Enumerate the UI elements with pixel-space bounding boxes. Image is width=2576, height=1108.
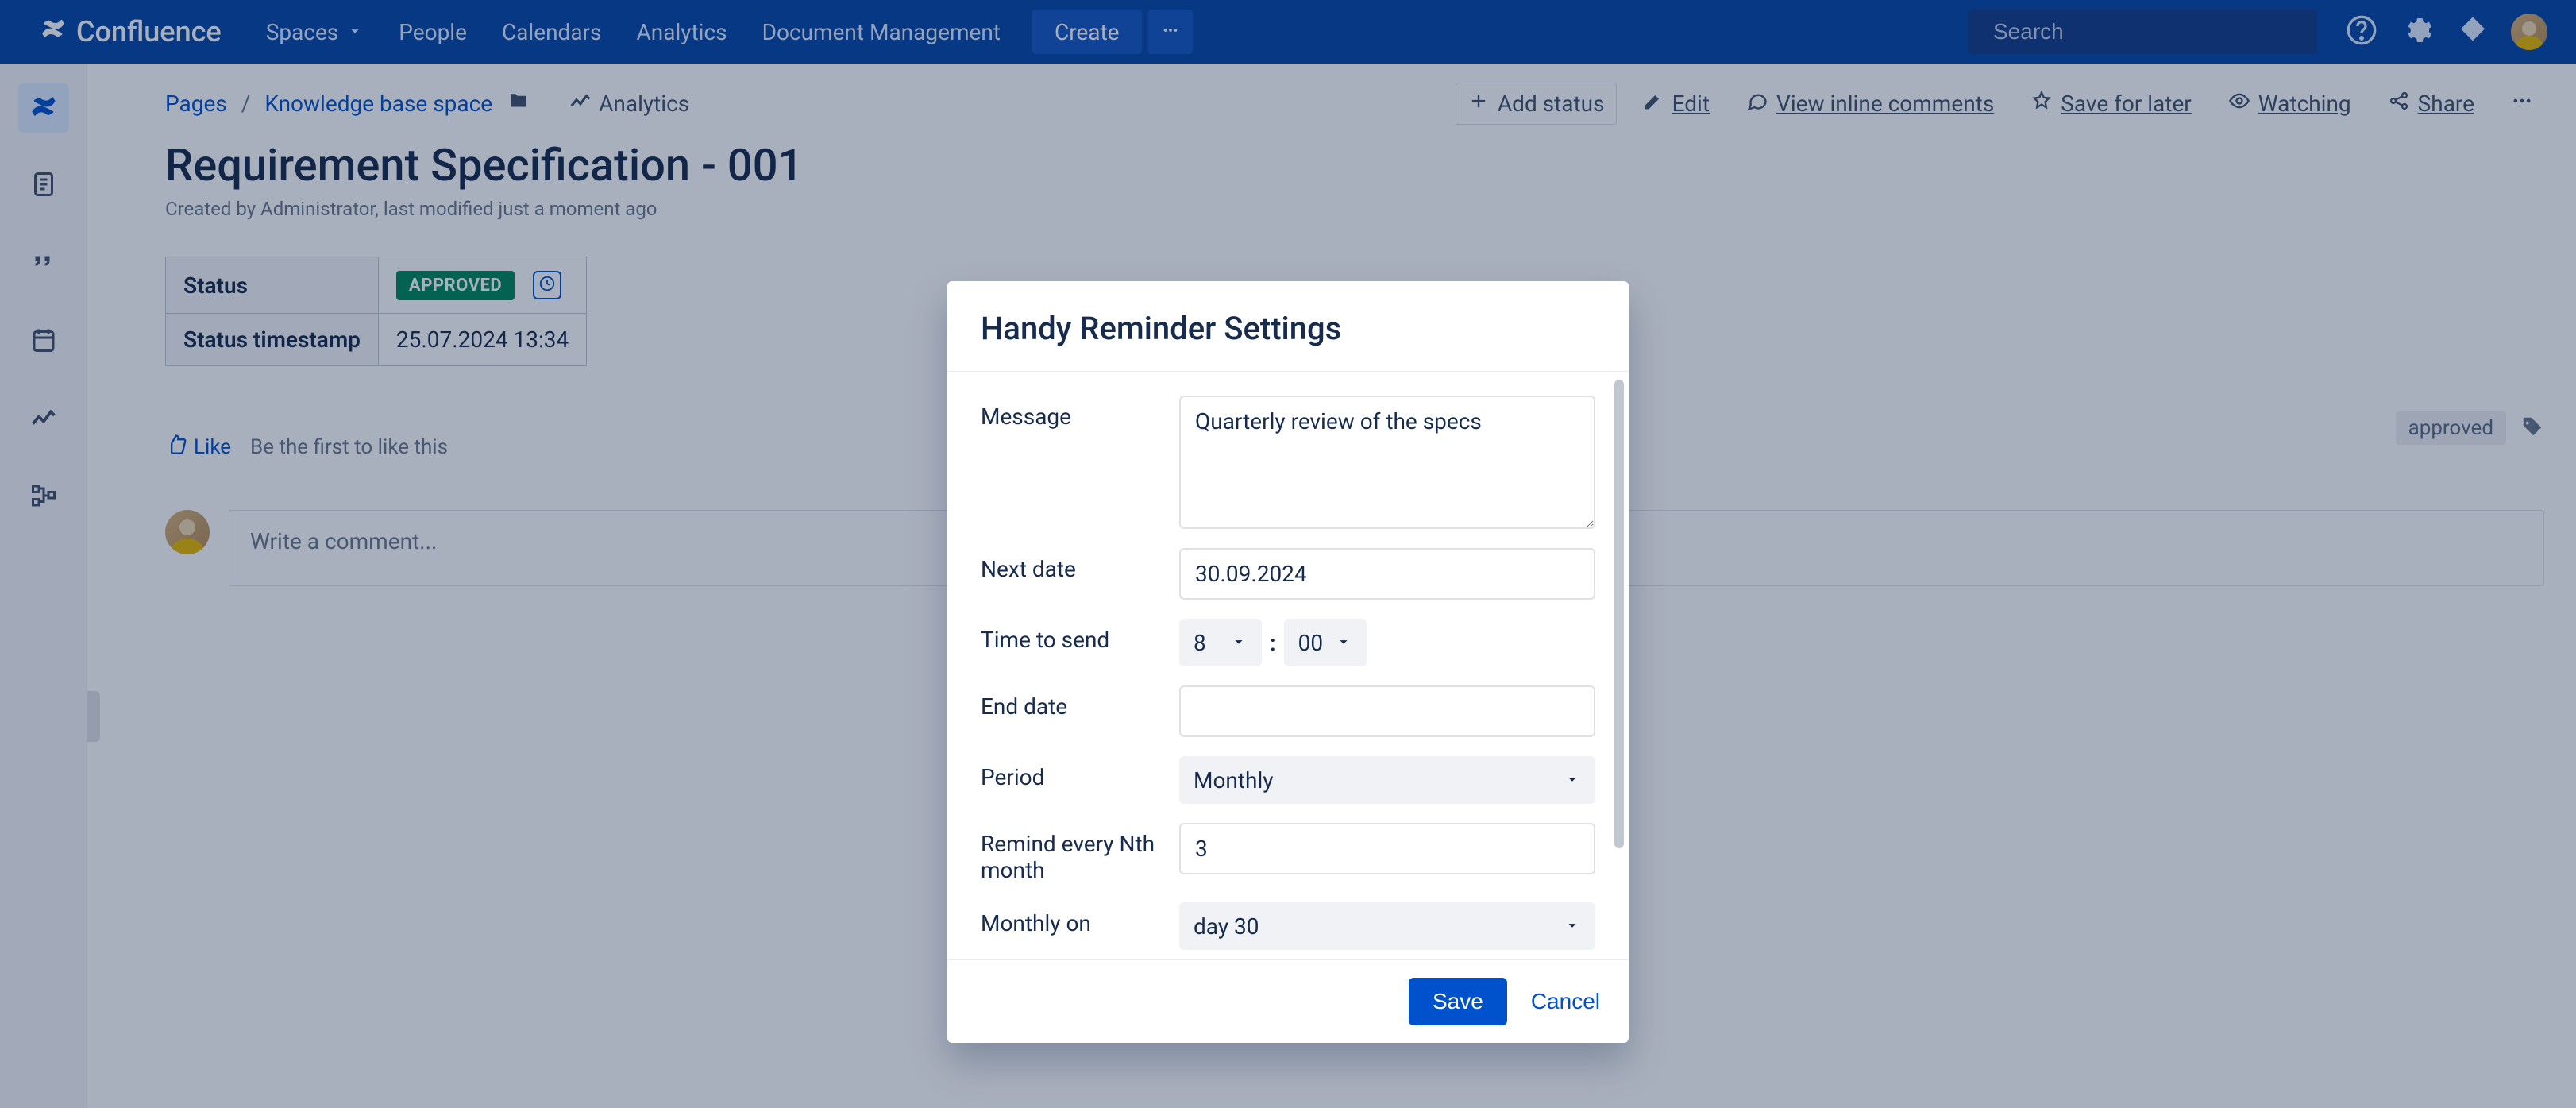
next-date-input[interactable] xyxy=(1179,548,1595,600)
message-label: Message xyxy=(981,396,1163,430)
chevron-down-icon xyxy=(1230,630,1248,656)
monthly-on-value: day 30 xyxy=(1194,913,1259,940)
period-select[interactable]: Monthly xyxy=(1179,756,1595,804)
time-hour-select[interactable]: 8 xyxy=(1179,619,1262,666)
cancel-button[interactable]: Cancel xyxy=(1531,989,1600,1014)
period-label: Period xyxy=(981,756,1163,790)
chevron-down-icon xyxy=(1564,767,1581,793)
nth-label: Remind every Nth month xyxy=(981,823,1163,883)
time-colon: : xyxy=(1270,630,1276,656)
dialog-footer: Save Cancel xyxy=(947,959,1629,1043)
scrollbar-thumb[interactable] xyxy=(1614,380,1624,848)
modal-overlay: Handy Reminder Settings Message Next dat… xyxy=(0,0,2576,1108)
save-button[interactable]: Save xyxy=(1409,978,1507,1025)
time-minute-select[interactable]: 00 xyxy=(1284,619,1367,666)
next-date-label: Next date xyxy=(981,548,1163,582)
nth-input[interactable] xyxy=(1179,823,1595,874)
monthly-on-select[interactable]: day 30 xyxy=(1179,902,1595,950)
end-date-label: End date xyxy=(981,685,1163,720)
period-value: Monthly xyxy=(1194,767,1274,793)
time-hour-value: 8 xyxy=(1194,630,1206,656)
end-date-input[interactable] xyxy=(1179,685,1595,737)
reminder-dialog: Handy Reminder Settings Message Next dat… xyxy=(947,281,1629,1043)
time-minute-value: 00 xyxy=(1298,630,1323,656)
chevron-down-icon xyxy=(1564,913,1581,940)
message-input[interactable] xyxy=(1179,396,1595,529)
dialog-title: Handy Reminder Settings xyxy=(947,281,1629,372)
time-label: Time to send xyxy=(981,619,1163,653)
monthly-on-label: Monthly on xyxy=(981,902,1163,936)
dialog-body: Message Next date Time to send 8 : xyxy=(947,372,1629,959)
chevron-down-icon xyxy=(1335,630,1352,656)
